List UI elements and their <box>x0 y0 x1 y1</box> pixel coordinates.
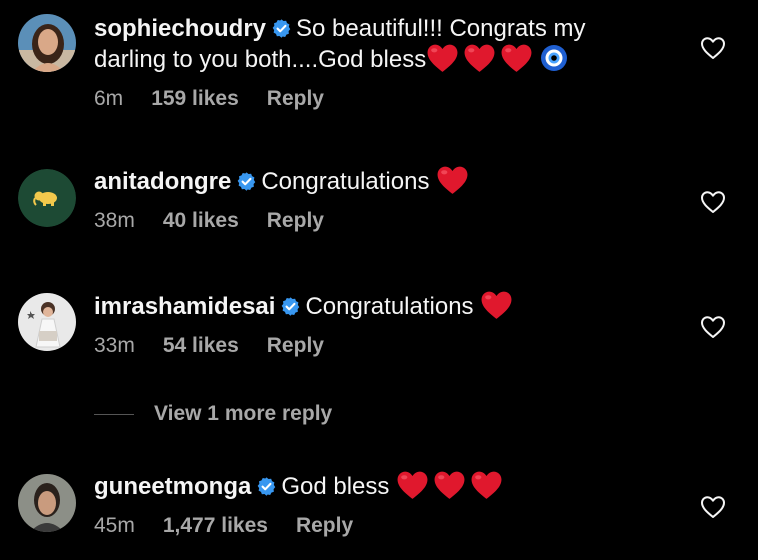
red-heart-emoji <box>480 290 513 320</box>
comment-time: 45m <box>94 514 135 537</box>
verified-badge-icon <box>280 296 301 317</box>
likes-count[interactable]: 54 likes <box>163 334 239 357</box>
comment-time: 38m <box>94 209 135 232</box>
likes-count[interactable]: 40 likes <box>163 209 239 232</box>
comment-text: darling to you both....God bless <box>94 46 427 73</box>
red-heart-emoji <box>436 165 469 195</box>
comment-meta: 6m 159 likes Reply <box>94 87 688 111</box>
comment-text: Congratulations <box>261 168 430 195</box>
reply-button[interactable]: Reply <box>296 514 353 537</box>
reply-button[interactable]: Reply <box>267 87 324 110</box>
heart-outline-icon[interactable] <box>700 36 726 60</box>
likes-count[interactable]: 159 likes <box>151 87 239 110</box>
red-heart-emoji <box>433 470 466 500</box>
username[interactable]: imrashamidesai <box>94 293 275 320</box>
red-heart-emoji <box>500 43 533 73</box>
red-heart-emoji <box>396 470 429 500</box>
username[interactable]: guneetmonga <box>94 473 251 500</box>
comment-meta: 33m 54 likes Reply <box>94 334 688 358</box>
likes-count[interactable]: 1,477 likes <box>163 514 268 537</box>
heart-outline-icon[interactable] <box>700 190 726 214</box>
avatar[interactable] <box>18 169 76 227</box>
red-heart-emoji <box>463 43 496 73</box>
red-heart-emoji <box>426 43 459 73</box>
red-heart-emoji <box>470 470 503 500</box>
nazar-amulet-emoji <box>541 45 568 71</box>
comment-meta: 38m 40 likes Reply <box>94 209 688 233</box>
verified-badge-icon <box>236 171 257 192</box>
view-more-label: View 1 more reply <box>154 402 333 425</box>
comment-text: God bless <box>281 473 390 500</box>
comment-text: Congratulations <box>305 293 474 320</box>
avatar[interactable] <box>18 14 76 72</box>
avatar[interactable] <box>18 293 76 351</box>
comment-meta: 45m 1,477 likes Reply <box>94 514 688 538</box>
reply-button[interactable]: Reply <box>267 209 324 232</box>
divider <box>94 413 134 415</box>
username[interactable]: anitadongre <box>94 168 231 195</box>
verified-badge-icon <box>271 18 292 39</box>
comment-time: 6m <box>94 87 124 110</box>
reply-button[interactable]: Reply <box>267 334 324 357</box>
avatar[interactable] <box>18 474 76 532</box>
verified-badge-icon <box>256 476 277 497</box>
heart-outline-icon[interactable] <box>700 495 726 519</box>
heart-outline-icon[interactable] <box>700 315 726 339</box>
comment-time: 33m <box>94 334 135 357</box>
comment-text: So beautiful!!! Congrats my <box>296 15 586 42</box>
username[interactable]: sophiechoudry <box>94 15 266 42</box>
view-more-replies-button[interactable]: View 1 more reply <box>94 402 332 426</box>
